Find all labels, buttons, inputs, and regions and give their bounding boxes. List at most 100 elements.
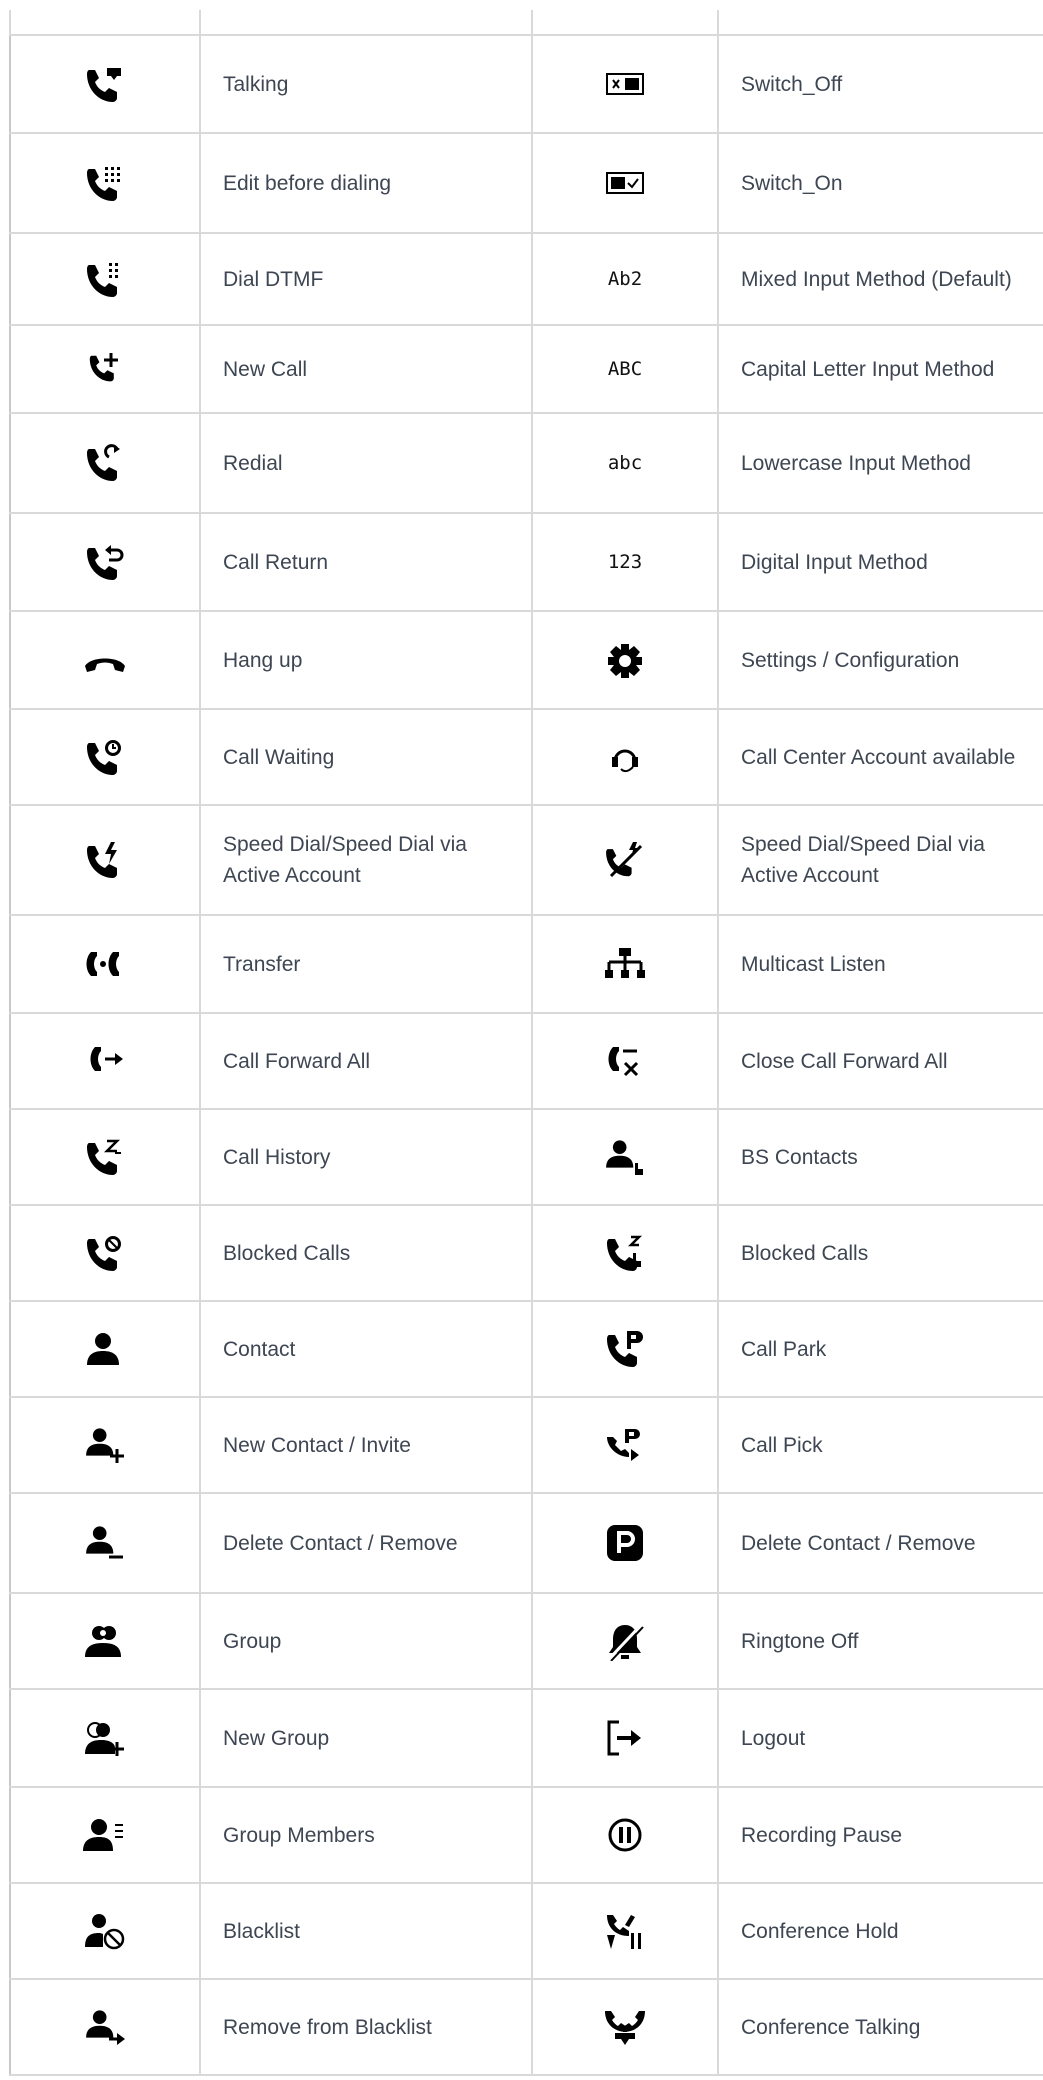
close-call-forward-icon (601, 1041, 649, 1081)
icon-cell: ABC (531, 326, 717, 412)
icon-cell (531, 1884, 717, 1978)
right-description: Call Pick (741, 1433, 823, 1457)
label-cell: Group (199, 1594, 531, 1688)
icon-cell (531, 1594, 717, 1688)
label-cell: Contact (199, 1302, 531, 1396)
call-pick-icon (601, 1425, 649, 1465)
mixed-input-icon: Ab2 (607, 268, 643, 290)
transfer-icon (81, 944, 129, 984)
table-row: New Group Logout (9, 1690, 1043, 1788)
label-cell: Call Waiting (199, 710, 531, 804)
blocked-calls-alt-icon (601, 1233, 649, 1273)
right-description: Call Park (741, 1337, 827, 1361)
label-cell: Ringtone Off (717, 1594, 1043, 1688)
park-badge-icon (601, 1523, 649, 1563)
recording-pause-icon (601, 1815, 649, 1855)
switch-off-icon (601, 64, 649, 104)
left-description: Edit before dialing (223, 171, 392, 195)
table-row: Contact Call Park (9, 1302, 1043, 1398)
label-cell: Redial (199, 414, 531, 512)
icon-cell (531, 1110, 717, 1204)
icon-cell (9, 1594, 199, 1688)
table-row: Call Forward All Close Call Forward All (9, 1014, 1043, 1110)
label-cell: Call Return (199, 514, 531, 610)
right-description: Switch_On (741, 171, 843, 195)
icon-cell (9, 1398, 199, 1492)
left-description: Transfer (223, 952, 301, 976)
dial-dtmf-icon (81, 259, 129, 299)
label-cell: Call Pick (717, 1398, 1043, 1492)
icon-reference-table: Talking Switch_Off Edit before dialing Swit… (9, 0, 1043, 2076)
call-history-icon (81, 1137, 129, 1177)
right-description: Capital Letter Input Method (741, 357, 995, 381)
table-top-continuation (9, 0, 1043, 36)
icon-cell (531, 134, 717, 232)
table-row: Speed Dial/Speed Dial via Active Account… (9, 806, 1043, 916)
left-description: New Group (223, 1726, 330, 1750)
icon-cell (531, 1206, 717, 1300)
left-description: New Call (223, 357, 308, 381)
conference-hold-icon (601, 1911, 649, 1951)
new-contact-icon (81, 1425, 129, 1465)
label-cell: Logout (717, 1690, 1043, 1786)
label-cell: Dial DTMF (199, 234, 531, 324)
right-description: Lowercase Input Method (741, 451, 971, 475)
label-cell: Digital Input Method (717, 514, 1043, 610)
table-row: Talking Switch_Off (9, 36, 1043, 134)
hang-up-icon (81, 640, 129, 680)
icon-cell (9, 710, 199, 804)
table-row: Dial DTMF Ab2 Mixed Input Method (Default) (9, 234, 1043, 326)
right-description: Conference Talking (741, 2015, 921, 2039)
table-row: Blocked Calls Blocked Calls (9, 1206, 1043, 1302)
table-row: Call Return 123 Digital Input Method (9, 514, 1043, 612)
icon-cell (9, 1788, 199, 1882)
label-cell: BS Contacts (717, 1110, 1043, 1204)
contact-icon (81, 1329, 129, 1369)
call-forward-all-icon (81, 1041, 129, 1081)
table-row: Delete Contact / Remove Delete Contact / … (9, 1494, 1043, 1594)
left-description: Call Forward All (223, 1049, 371, 1073)
icon-cell (531, 710, 717, 804)
icon-cell (9, 1494, 199, 1592)
label-cell: Switch_On (717, 134, 1043, 232)
icon-cell (9, 806, 199, 914)
icon-cell (531, 1014, 717, 1108)
table-row: Remove from Blacklist Conference Talking (9, 1980, 1043, 2076)
table-row: Edit before dialing Switch_On (9, 134, 1043, 234)
table-row: Call Waiting Call Center Account availabl… (9, 710, 1043, 806)
table-row: Blacklist Conference Hold (9, 1884, 1043, 1980)
icon-cell (9, 134, 199, 232)
left-description: Call Waiting (223, 745, 335, 769)
left-description: Group Members (223, 1823, 375, 1847)
table-row: Group Ringtone Off (9, 1594, 1043, 1690)
label-cell: Conference Talking (717, 1980, 1043, 2074)
icon-cell (9, 326, 199, 412)
label-cell: Remove from Blacklist (199, 1980, 531, 2074)
table-row: Group Members Recording Pause (9, 1788, 1043, 1884)
label-cell: Group Members (199, 1788, 531, 1882)
speed-dial-alt-icon (601, 840, 649, 880)
icon-cell (531, 916, 717, 1012)
group-icon (81, 1621, 129, 1661)
right-description: Recording Pause (741, 1823, 903, 1847)
table-row: Redial abc Lowercase Input Method (9, 414, 1043, 514)
ringtone-off-icon (601, 1621, 649, 1661)
icon-cell (531, 1302, 717, 1396)
icon-cell (531, 806, 717, 914)
icon-cell (531, 612, 717, 708)
table-row: Hang up Settings / Configuration (9, 612, 1043, 710)
label-cell: Blocked Calls (199, 1206, 531, 1300)
label-cell: New Group (199, 1690, 531, 1786)
icon-cell (531, 1690, 717, 1786)
left-description: Call History (223, 1145, 331, 1169)
left-description: Dial DTMF (223, 267, 324, 291)
left-description: Blacklist (223, 1919, 301, 1943)
settings-icon (601, 640, 649, 680)
column-divider (199, 10, 201, 34)
left-description: Redial (223, 451, 283, 475)
right-description: Digital Input Method (741, 550, 928, 574)
icon-cell (9, 36, 199, 132)
blacklist-icon (81, 1911, 129, 1951)
call-park-icon (601, 1329, 649, 1369)
right-description: Settings / Configuration (741, 648, 960, 672)
